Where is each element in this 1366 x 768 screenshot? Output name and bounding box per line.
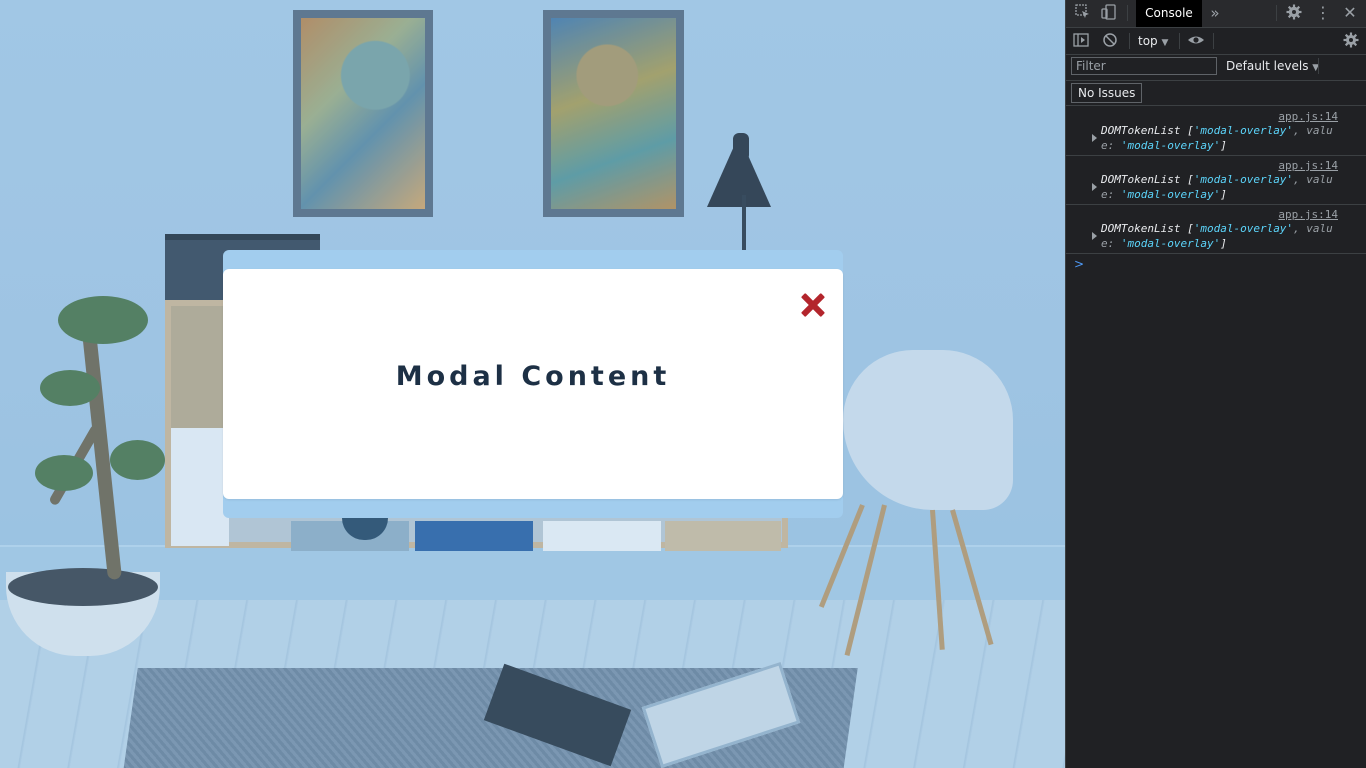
devtools-panel: Console » ⋮ ✕ top ▼ Default levels ▼ No … <box>1065 0 1366 768</box>
eye-icon[interactable] <box>1187 32 1205 50</box>
divider <box>1213 33 1214 49</box>
log-text: DOMTokenList ['modal-overlay', valu <box>1101 124 1333 137</box>
tab-console[interactable]: Console <box>1136 0 1202 27</box>
expand-arrow-icon[interactable] <box>1092 134 1097 142</box>
kebab-menu-icon[interactable]: ⋮ <box>1314 4 1332 22</box>
log-source-link[interactable]: app.js:14 <box>1278 110 1338 123</box>
log-text: e: 'modal-overlay'] <box>1101 188 1227 201</box>
modal-dialog: Modal Content <box>223 269 843 499</box>
close-icon[interactable]: ✕ <box>1341 4 1359 22</box>
log-text: e: 'modal-overlay'] <box>1101 237 1227 250</box>
expand-arrow-icon[interactable] <box>1092 232 1097 240</box>
modal-title: Modal Content <box>395 361 671 392</box>
issues-button[interactable]: No Issues <box>1071 83 1143 103</box>
log-source-link[interactable]: app.js:14 <box>1278 159 1338 172</box>
page-viewport: Modal Content <box>0 0 1065 768</box>
console-prompt[interactable]: > <box>1074 257 1084 271</box>
device-toggle-icon[interactable] <box>1100 4 1118 22</box>
console-log-entry: app.js:14 DOMTokenList ['modal-overlay',… <box>1066 106 1366 156</box>
clear-console-icon[interactable] <box>1101 32 1119 50</box>
divider <box>1318 58 1319 74</box>
inspect-icon[interactable] <box>1074 4 1092 22</box>
log-source-link[interactable]: app.js:14 <box>1278 208 1338 221</box>
log-text: e: 'modal-overlay'] <box>1101 139 1227 152</box>
settings-icon[interactable] <box>1285 4 1303 22</box>
console-log-entry: app.js:14 DOMTokenList ['modal-overlay',… <box>1066 155 1366 205</box>
console-toolbar <box>1066 28 1366 55</box>
log-levels-label: Default levels <box>1226 59 1309 73</box>
divider <box>1179 33 1180 49</box>
context-label: top <box>1138 34 1158 48</box>
context-select[interactable]: top ▼ <box>1138 31 1168 53</box>
chevron-down-icon: ▼ <box>1161 38 1169 48</box>
log-levels-dropdown[interactable]: Default levels ▼ <box>1226 57 1319 77</box>
divider <box>1276 5 1277 21</box>
console-log-entry: app.js:14 DOMTokenList ['modal-overlay',… <box>1066 204 1366 254</box>
divider <box>1129 33 1130 49</box>
log-text: DOMTokenList ['modal-overlay', valu <box>1101 222 1333 235</box>
sidebar-toggle-icon[interactable] <box>1072 32 1090 50</box>
expand-arrow-icon[interactable] <box>1092 183 1097 191</box>
log-text: DOMTokenList ['modal-overlay', valu <box>1101 173 1333 186</box>
filter-input[interactable] <box>1071 57 1217 75</box>
close-x-icon[interactable] <box>799 291 827 319</box>
more-tabs-icon[interactable]: » <box>1206 4 1224 22</box>
console-settings-icon[interactable] <box>1342 32 1360 50</box>
devtools-tabbar: Console » ⋮ ✕ <box>1066 0 1366 28</box>
divider <box>1127 5 1128 21</box>
divider <box>1066 80 1366 81</box>
